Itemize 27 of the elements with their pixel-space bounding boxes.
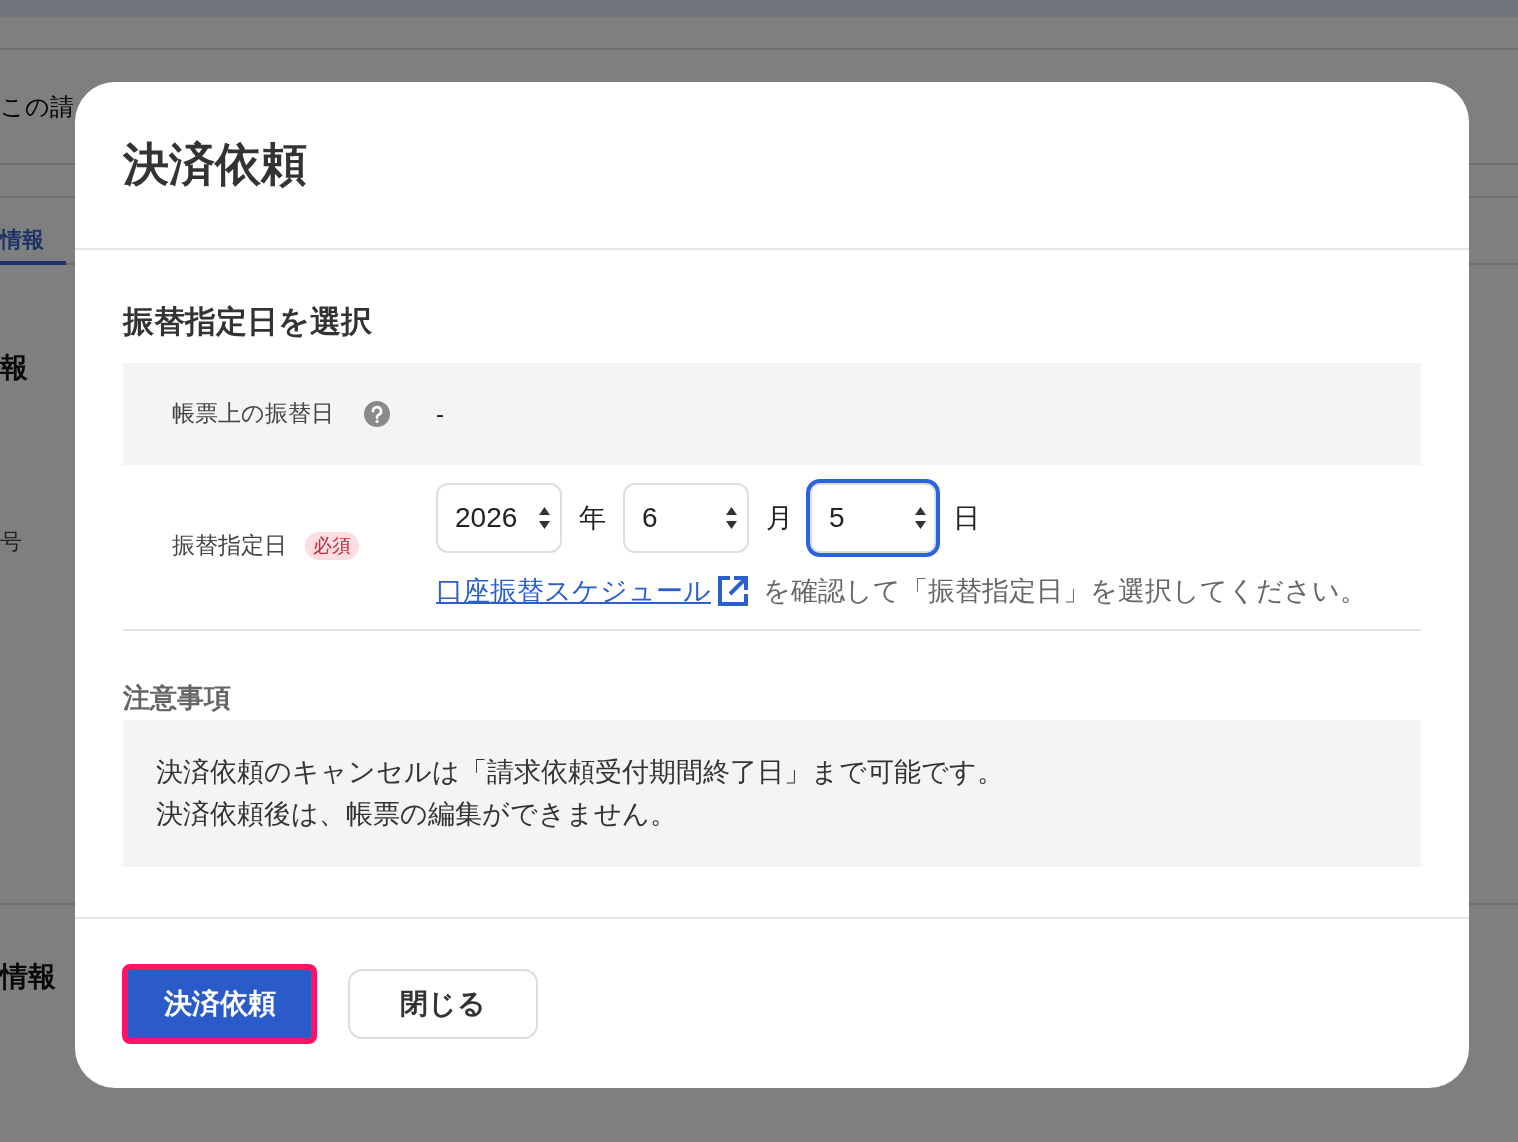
dialog-title: 決済依頼: [123, 137, 307, 193]
date-unit-label: 日: [953, 501, 980, 535]
notes-text: 決済依頼後は、帳票の編集ができません。: [156, 798, 678, 831]
schedule-link[interactable]: 口座振替スケジュール: [436, 573, 711, 609]
submit-button[interactable]: 決済依頼: [122, 964, 317, 1044]
field-label: 振替指定日: [172, 532, 287, 560]
section-title: 振替指定日を選択: [123, 303, 373, 341]
field-label: 帳票上の振替日: [172, 400, 334, 428]
date-unit-label: 月: [766, 501, 793, 535]
up-down-arrows-icon: [539, 507, 550, 529]
date-unit-label: 年: [579, 501, 606, 535]
date-select[interactable]: 6: [623, 483, 749, 553]
close-button[interactable]: 閉じる: [348, 969, 538, 1039]
up-down-arrows-icon: [915, 507, 926, 529]
date-select[interactable]: 2026: [436, 483, 562, 553]
field-label: 号: [0, 528, 22, 555]
up-down-arrows-icon: [726, 507, 737, 529]
section-heading: 報: [0, 351, 28, 385]
required-tag: 必須: [305, 531, 359, 561]
date-select[interactable]: 5: [806, 479, 940, 557]
page-title: この請: [0, 94, 74, 119]
notes-heading: 注意事項: [123, 682, 232, 715]
help-icon: [364, 401, 390, 427]
hint-text: を確認して「振替指定日」を選択してください。: [763, 575, 1367, 608]
external-link-icon: [717, 575, 749, 607]
field-value: -: [436, 399, 444, 429]
notes-text: 決済依頼のキャンセルは「請求依頼受付期間終了日」まで可能です。: [156, 756, 1005, 789]
